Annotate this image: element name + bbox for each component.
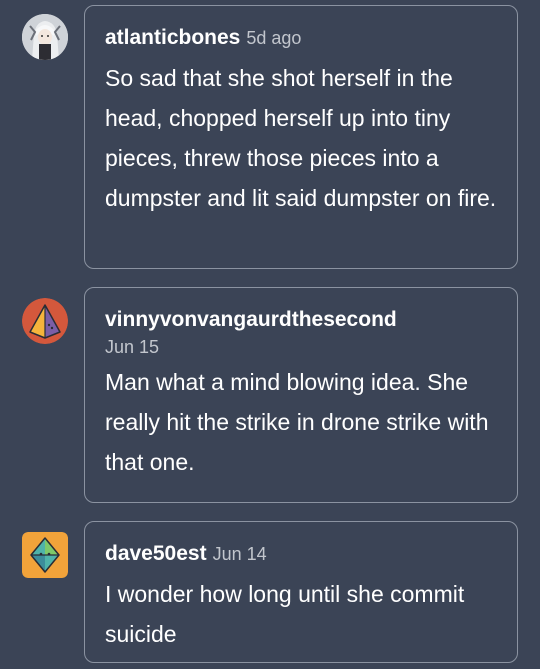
avatar-anime-icon[interactable] [22,14,68,60]
comment-text: I wonder how long until she commit suici… [105,581,465,647]
comment-bubble: atlanticbones 5d ago So sad that she shot… [84,5,518,269]
comment-meta: vinnyvonvangaurdthesecond [105,306,499,334]
comment-feed: atlanticbones 5d ago So sad that she shot… [0,0,540,669]
avatar-pyramid-icon[interactable] [22,298,68,344]
username-link[interactable]: dave50est [105,542,207,565]
comment-date[interactable]: Jun 15 [105,334,499,360]
comment-date[interactable]: 5d ago [246,28,301,48]
comment-date[interactable]: Jun 14 [213,544,267,564]
comment-meta: dave50est Jun 14 [105,540,499,568]
comment-text: Man what a mind blowing idea. She really… [105,369,489,475]
comment-text: So sad that she shot herself in the head… [105,65,497,211]
comment-meta: atlanticbones 5d ago [105,24,499,52]
comment-bubble: vinnyvonvangaurdthesecond Jun 15 Man wha… [84,287,518,503]
avatar-diamond-icon[interactable] [22,532,68,578]
username-link[interactable]: vinnyvonvangaurdthesecond [105,308,397,331]
username-link[interactable]: atlanticbones [105,26,240,49]
comment-bubble: dave50est Jun 14 I wonder how long until … [84,521,518,663]
